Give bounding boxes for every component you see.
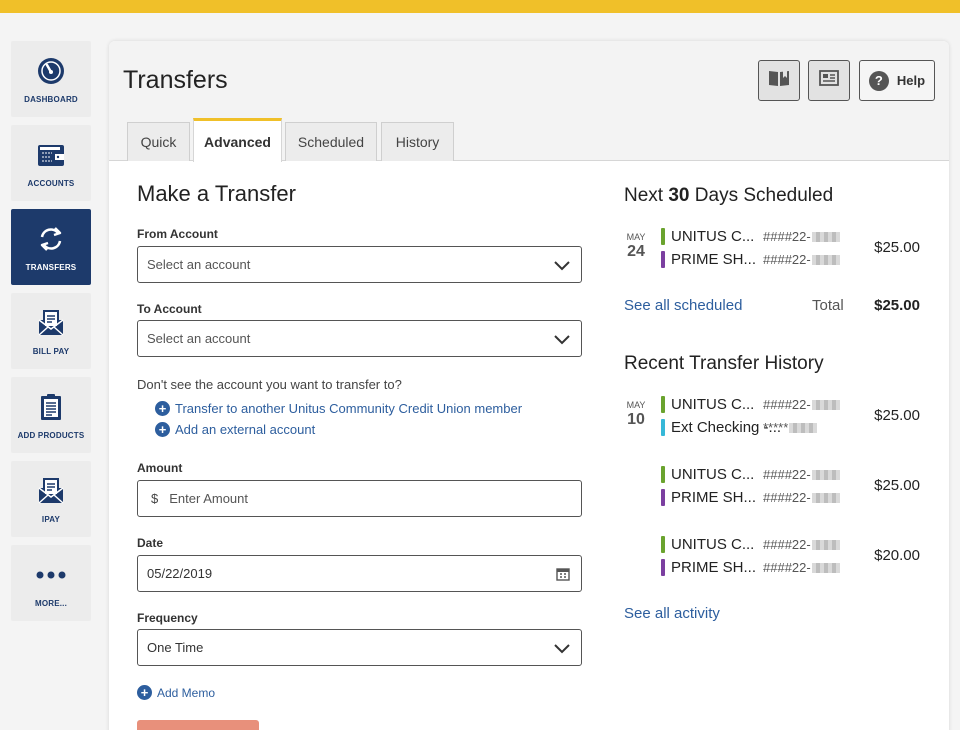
frequency-label: Frequency xyxy=(137,611,198,625)
history-amount: $25.00 xyxy=(874,407,920,424)
more-dots-icon xyxy=(36,561,66,589)
tab-scheduled[interactable]: Scheduled xyxy=(285,122,377,161)
history-amount: $25.00 xyxy=(874,477,920,494)
transfer-member-link[interactable]: + Transfer to another Unitus Community C… xyxy=(155,401,522,416)
history-title: Recent Transfer History xyxy=(624,353,824,374)
currency-symbol: $ xyxy=(151,491,159,506)
scheduled-title: Next 30 Days Scheduled xyxy=(624,185,834,206)
see-all-scheduled-link[interactable]: See all scheduled xyxy=(624,297,742,314)
transfers-panel: Transfers ? Help Quick Advanced Schedule… xyxy=(109,41,949,730)
submit-button[interactable] xyxy=(137,720,259,730)
plus-circle-icon: + xyxy=(155,401,170,416)
amount-placeholder: Enter Amount xyxy=(169,491,249,506)
to-account-label: To Account xyxy=(137,302,202,316)
tab-advanced[interactable]: Advanced xyxy=(193,118,282,162)
sidebar-item-more[interactable]: MORE... xyxy=(11,545,91,621)
add-external-account-label: Add an external account xyxy=(175,422,316,437)
history-to-account: PRIME SH... ####22- xyxy=(661,558,840,576)
amount-input[interactable]: $ Enter Amount xyxy=(137,480,582,517)
date-label: Date xyxy=(137,536,164,550)
sidebar-item-bill-pay[interactable]: BILL PAY xyxy=(11,293,91,369)
transfer-arrows-icon xyxy=(37,225,65,253)
help-icon: ? xyxy=(868,70,889,91)
transfer-member-label: Transfer to another Unitus Community Cre… xyxy=(175,401,523,416)
from-account-placeholder: Select an account xyxy=(147,257,251,272)
news-button[interactable] xyxy=(808,60,850,101)
date-month: MAY xyxy=(626,400,646,410)
sidebar-item-label: BILL PAY xyxy=(32,347,70,356)
page-title: Transfers xyxy=(123,66,228,94)
wallet-icon xyxy=(37,141,65,169)
to-account-placeholder: Select an account xyxy=(147,331,251,346)
date-input[interactable]: 05/22/2019 xyxy=(137,555,582,592)
plus-circle-icon: + xyxy=(155,422,170,437)
top-accent-bar xyxy=(0,0,960,13)
total-value: $25.00 xyxy=(874,297,920,314)
sidebar-item-dashboard[interactable]: DASHBOARD xyxy=(11,41,91,117)
book-button[interactable] xyxy=(758,60,800,101)
date-day: 24 xyxy=(627,243,645,260)
frequency-value: One Time xyxy=(147,640,204,655)
sidebar-item-label: DASHBOARD xyxy=(24,95,78,104)
history-amount: $20.00 xyxy=(874,547,920,564)
add-memo-label: Add Memo xyxy=(157,685,216,700)
history-from-account: UNITUS C... ####22- xyxy=(661,395,840,413)
envelope-icon xyxy=(37,309,65,337)
missing-account-question: Don't see the account you want to transf… xyxy=(137,377,402,392)
sidebar-item-accounts[interactable]: ACCOUNTS xyxy=(11,125,91,201)
date-value: 05/22/2019 xyxy=(147,566,213,581)
amount-label: Amount xyxy=(137,461,183,475)
from-account-label: From Account xyxy=(137,227,218,241)
scheduled-from-account: UNITUS C... ####22- xyxy=(661,227,840,245)
history-to-account: PRIME SH... ####22- xyxy=(661,488,840,506)
sidebar-item-label: ADD PRODUCTS xyxy=(17,431,85,440)
total-label: Total xyxy=(812,297,844,314)
tab-quick[interactable]: Quick xyxy=(127,122,190,161)
tab-history[interactable]: History xyxy=(381,122,454,161)
chevron-down-icon xyxy=(554,333,570,348)
add-external-account-link[interactable]: + Add an external account xyxy=(155,422,315,437)
to-account-select[interactable]: Select an account xyxy=(137,320,582,357)
calendar-icon[interactable] xyxy=(556,567,570,584)
newspaper-icon xyxy=(818,69,840,92)
history-date: MAY 10 xyxy=(621,400,651,429)
history-from-account: UNITUS C... ####22- xyxy=(661,465,840,483)
form-title: Make a Transfer xyxy=(137,181,296,206)
date-month: MAY xyxy=(626,232,646,242)
frequency-select[interactable]: One Time xyxy=(137,629,582,666)
sidebar-item-label: ACCOUNTS xyxy=(27,179,75,188)
date-day: 10 xyxy=(627,411,645,428)
scheduled-to-account: PRIME SH... ####22- xyxy=(661,250,840,268)
sidebar-item-label: IPAY xyxy=(41,515,61,524)
gauge-icon xyxy=(37,57,65,85)
scheduled-amount: $25.00 xyxy=(874,239,920,256)
sidebar-item-add-products[interactable]: ADD PRODUCTS xyxy=(11,377,91,453)
scheduled-date: MAY 24 xyxy=(621,232,651,261)
help-label: Help xyxy=(896,73,926,88)
see-all-activity-link[interactable]: See all activity xyxy=(624,605,720,622)
envelope-icon xyxy=(37,477,65,505)
sidebar-item-ipay[interactable]: IPAY xyxy=(11,461,91,537)
history-to-account: Ext Checking -... ***** xyxy=(661,418,818,436)
from-account-select[interactable]: Select an account xyxy=(137,246,582,283)
sidebar-item-label: TRANSFERS xyxy=(25,263,77,272)
plus-circle-icon: + xyxy=(137,685,152,700)
help-button[interactable]: ? Help xyxy=(859,60,935,101)
sidebar-item-transfers[interactable]: TRANSFERS xyxy=(11,209,91,285)
chevron-down-icon xyxy=(554,642,570,657)
sidebar-item-label: MORE... xyxy=(34,599,68,608)
chevron-down-icon xyxy=(554,259,570,274)
book-icon xyxy=(768,69,790,92)
add-memo-link[interactable]: + Add Memo xyxy=(137,685,215,700)
history-from-account: UNITUS C... ####22- xyxy=(661,535,840,553)
clipboard-icon xyxy=(39,393,63,421)
